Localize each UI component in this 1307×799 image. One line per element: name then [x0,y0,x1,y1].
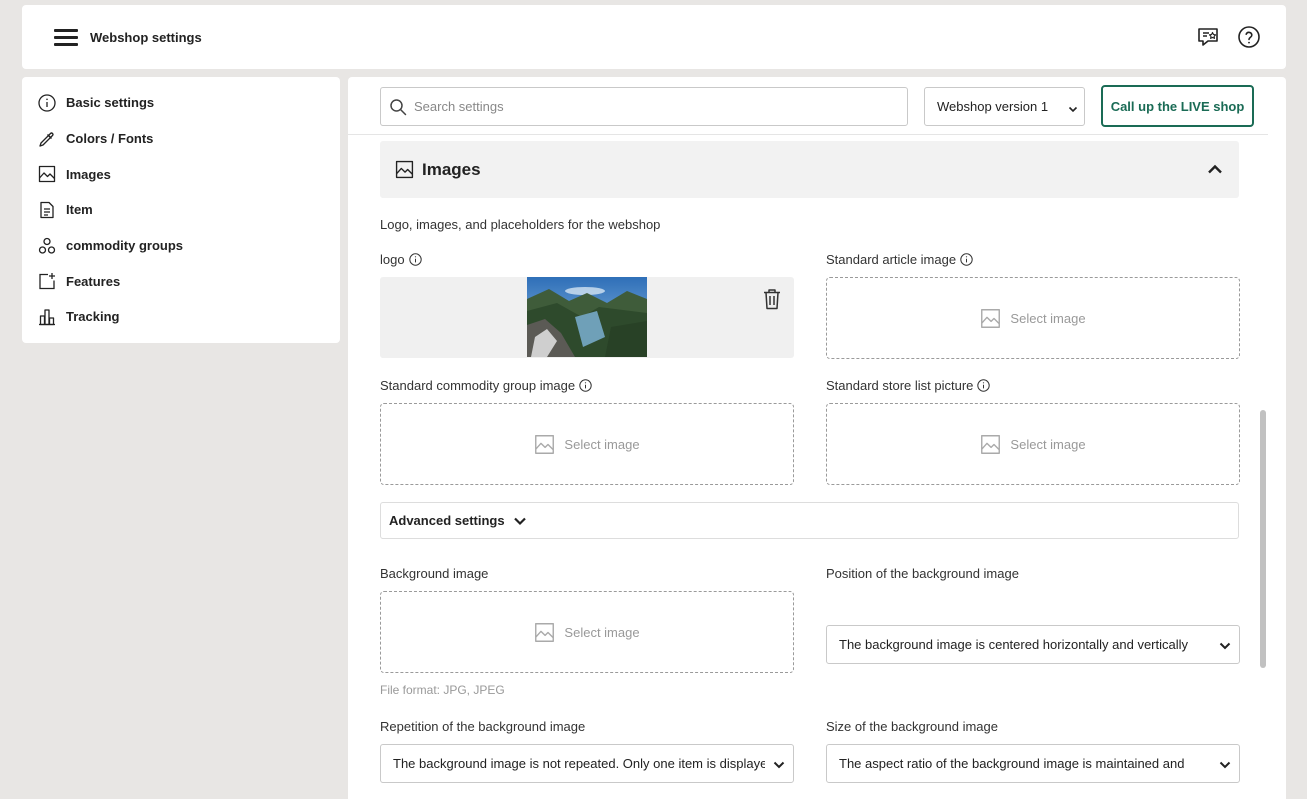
image-placeholder-icon [980,434,1001,455]
standard-group-image-label: Standard commodity group image [380,378,592,393]
advanced-settings-toggle[interactable]: Advanced settings [380,502,1239,539]
select-image-label: Select image [564,624,640,640]
images-section-header[interactable]: Images [380,141,1239,198]
background-position-label-text: Position of the background image [826,566,1019,581]
background-repetition-select[interactable]: The background image is not repeated. On… [380,744,794,783]
feedback-star-icon[interactable] [1196,25,1220,49]
webshop-version-select[interactable]: Webshop version 1 [924,87,1085,126]
section-description: Logo, images, and placeholders for the w… [380,217,661,232]
image-placeholder-icon [980,308,1001,329]
search-box[interactable] [380,87,908,126]
info-icon[interactable] [977,379,991,392]
standard-article-image-dropzone[interactable]: Select image [826,277,1240,359]
background-size-value: The aspect ratio of the background image… [839,756,1185,771]
color-picker-icon [38,130,56,148]
chevron-down-icon [773,758,785,773]
background-image-label-text: Background image [380,566,489,581]
scrollbar-thumb[interactable] [1260,410,1266,668]
background-image-label: Background image [380,566,488,581]
trash-icon[interactable] [762,288,782,310]
background-position-select[interactable]: The background image is centered horizon… [826,625,1240,664]
select-image-label: Select image [1010,436,1086,452]
document-icon [38,201,56,219]
sidebar-item-label: commodity groups [66,238,184,254]
background-size-label-text: Size of the background image [826,719,998,734]
background-size-select[interactable]: The aspect ratio of the background image… [826,744,1240,783]
logo-image-box[interactable] [380,277,794,358]
sidebar-item-tracking[interactable]: Tracking [22,299,340,335]
select-image-label: Select image [1010,310,1086,326]
info-icon [38,94,56,112]
standard-store-picture-dropzone[interactable]: Select image [826,403,1240,485]
sidebar-item-features[interactable]: Features [22,263,340,299]
standard-article-image-label: Standard article image [826,252,973,267]
groups-icon [38,237,56,255]
advanced-settings-label: Advanced settings [389,513,505,528]
chevron-down-icon [1219,758,1231,773]
top-bar: Webshop settings [22,5,1286,69]
search-icon [389,98,407,116]
standard-store-picture-label: Standard store list picture [826,378,991,393]
sidebar-item-basic-settings[interactable]: Basic settings [22,85,340,121]
page-title: Webshop settings [90,30,202,45]
logo-label-text: logo [380,252,405,267]
version-select-value: Webshop version 1 [937,99,1049,114]
chevron-down-icon [513,516,527,526]
sidebar-item-item[interactable]: Item [22,192,340,228]
sidebar-item-label: Tracking [66,309,120,325]
sidebar-item-label: Colors / Fonts [66,131,154,147]
file-format-hint: File format: JPG, JPEG [380,683,505,697]
add-feature-icon [38,272,56,290]
sidebar-item-images[interactable]: Images [22,156,340,192]
sidebar: Basic settings Colors / Fonts Images Ite… [22,77,340,343]
search-input[interactable] [414,99,894,114]
chevron-down-icon [1219,639,1231,654]
select-image-label: Select image [564,436,640,452]
sidebar-item-colors-fonts[interactable]: Colors / Fonts [22,121,340,157]
image-icon [395,160,414,179]
help-icon[interactable] [1237,25,1261,49]
background-repetition-label-text: Repetition of the background image [380,719,586,734]
scrollbar[interactable] [1257,135,1269,799]
standard-group-label-text: Standard commodity group image [380,378,576,393]
call-live-shop-button[interactable]: Call up the LIVE shop [1101,85,1254,127]
chevron-up-icon[interactable] [1207,163,1223,178]
bar-chart-icon [38,308,56,326]
image-placeholder-icon [534,434,555,455]
background-repetition-label: Repetition of the background image [380,719,585,734]
info-icon[interactable] [408,253,422,266]
background-repetition-value: The background image is not repeated. On… [393,756,765,771]
toolbar: Webshop version 1 Call up the LIVE shop [348,77,1268,135]
background-image-dropzone[interactable]: Select image [380,591,794,673]
sidebar-item-label: Basic settings [66,95,155,111]
sidebar-item-commodity-groups[interactable]: commodity groups [22,228,340,264]
background-size-label: Size of the background image [826,719,998,734]
sidebar-item-label: Features [66,273,121,289]
logo-image [527,277,647,357]
hamburger-menu-icon[interactable] [54,29,78,47]
info-icon[interactable] [960,253,973,266]
section-title: Images [422,159,481,179]
background-position-value: The background image is centered horizon… [839,637,1189,652]
main-panel: Webshop version 1 Call up the LIVE shop … [348,77,1286,799]
info-icon[interactable] [579,379,592,392]
image-placeholder-icon [534,622,555,643]
standard-store-label-text: Standard store list picture [826,378,974,393]
sidebar-item-label: Images [66,166,111,182]
image-icon [38,165,56,183]
logo-field-label: logo [380,252,422,267]
standard-article-label-text: Standard article image [826,252,957,267]
standard-group-image-dropzone[interactable]: Select image [380,403,794,485]
chevron-down-icon [1068,102,1078,117]
background-position-label: Position of the background image [826,566,1019,581]
sidebar-item-label: Item [66,202,93,218]
